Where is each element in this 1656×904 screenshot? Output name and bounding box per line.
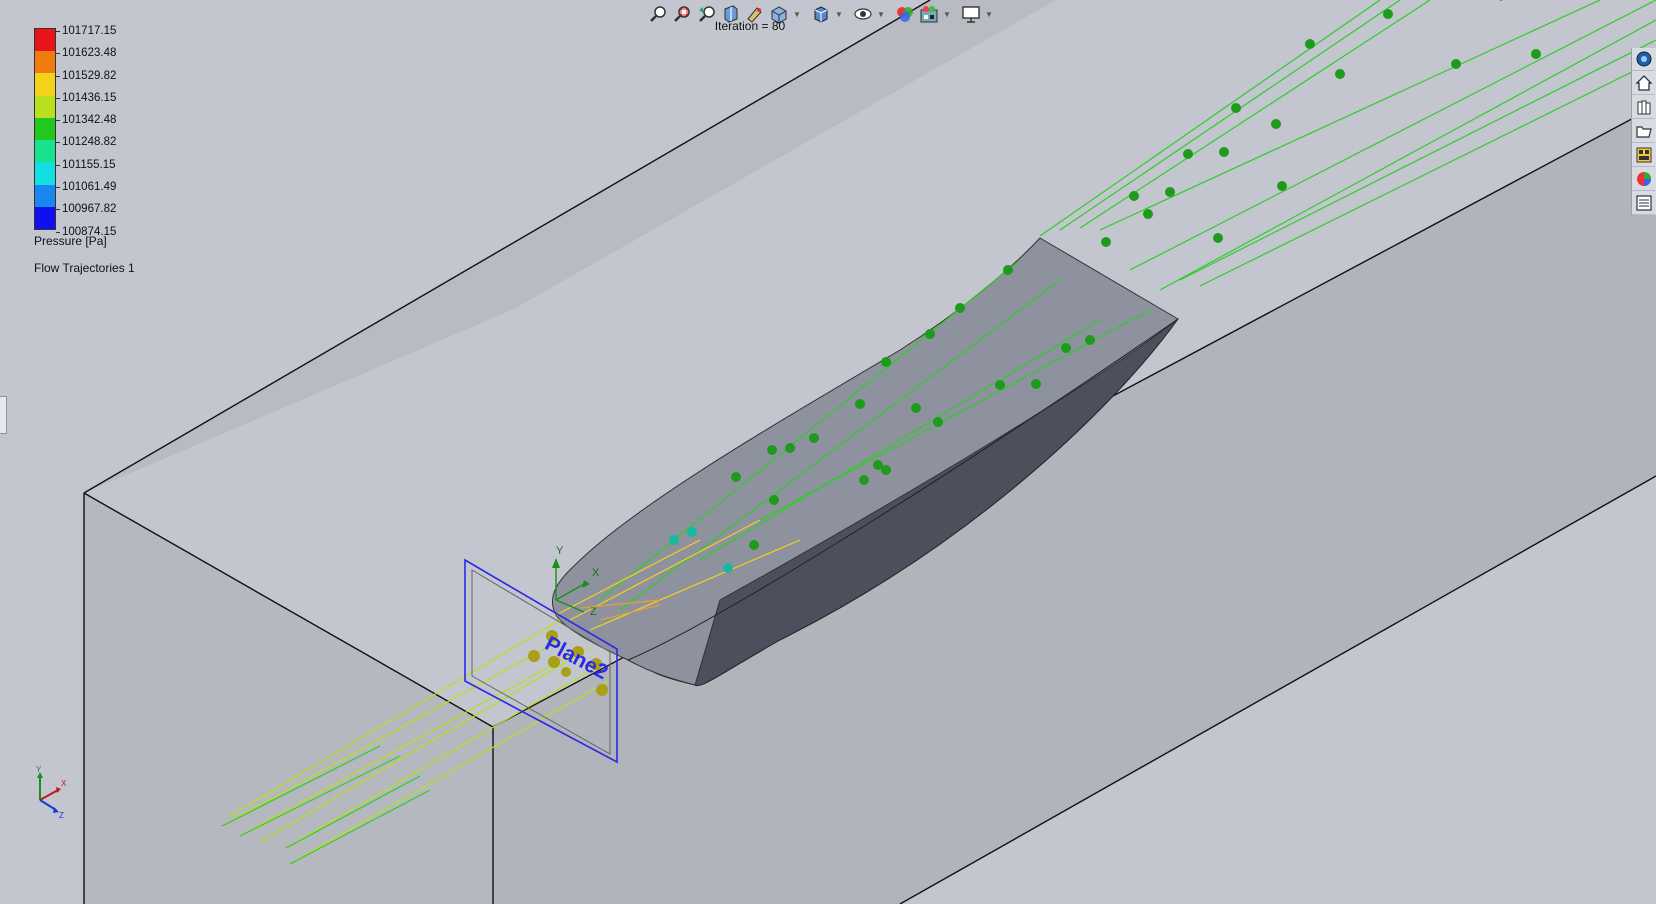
hide-show-items-icon [854,8,872,20]
zoom-to-fit-button[interactable] [648,3,670,25]
view-palette-icon [1636,147,1651,163]
apply-scene-button[interactable] [918,3,940,25]
view-settings-button[interactable] [960,3,982,25]
legend-swatch [35,117,55,141]
legend-swatch [35,206,55,229]
tab-solidworks-resources[interactable] [1632,48,1655,71]
triad-label-z: Z [59,811,64,818]
legend-value: 100967.82 [55,198,116,220]
zoom-to-fit-icon [650,6,666,22]
edit-appearance-button[interactable] [894,3,916,25]
graphics-viewport[interactable]: Y X Z Plane2 ▼ ▼ ▼ ▼ ▼ Iteration = 80 10… [0,0,1656,904]
legend-value: 101342.48 [55,109,116,131]
view-settings-dropdown[interactable]: ▼ [984,3,994,25]
tab-file-explorer[interactable] [1632,120,1655,143]
legend-subtitle: Flow Trajectories 1 [34,261,135,275]
legend-value: 101623.48 [55,42,116,64]
legend-swatch [35,29,55,52]
legend-value: 101717.15 [55,20,116,42]
iteration-label: Iteration = 80 [714,19,786,33]
design-library-icon [1637,100,1650,115]
home-icon [1634,75,1653,91]
display-style-icon [814,6,828,23]
legend-swatch [35,95,55,118]
legend-swatch [35,73,55,96]
display-style-button[interactable] [810,3,832,25]
task-pane-tabs [1631,48,1656,215]
reference-triad: Y X Z [36,766,67,818]
edit-appearance-icon [897,7,913,22]
view-settings-icon [962,6,980,23]
legend-color-bar [34,28,56,230]
legend-swatch [35,162,55,185]
tab-view-palette[interactable] [1632,144,1655,167]
origin-label-z: Z [590,606,597,618]
tab-custom-properties[interactable] [1632,192,1655,215]
apply-scene-dropdown[interactable]: ▼ [942,3,952,25]
tab-home[interactable] [1632,72,1655,95]
display-style-dropdown[interactable]: ▼ [834,3,844,25]
zoom-to-area-icon [674,6,690,22]
legend-value: 101248.82 [55,131,116,153]
appearances-icon [1636,172,1651,186]
custom-properties-icon [1635,195,1652,211]
legend-swatch [35,184,55,207]
triad-label-y: Y [36,766,42,774]
origin-label-x: X [592,567,600,579]
legend-value: 101061.49 [55,176,116,198]
solidworks-resources-icon [1636,51,1651,67]
apply-scene-icon [920,6,938,23]
feature-manager-collapse-tab[interactable] [0,396,7,434]
legend-value: 101529.82 [55,65,116,87]
domain-front-face [84,493,493,904]
hide-show-items-dropdown[interactable]: ▼ [876,3,886,25]
origin-label-y: Y [556,545,564,557]
3d-scene[interactable] [0,0,1656,904]
legend-value: 101436.15 [55,87,116,109]
hide-show-items-button[interactable] [852,3,874,25]
zoom-to-area-button[interactable] [672,3,694,25]
tab-design-library[interactable] [1632,96,1655,119]
tab-appearances[interactable] [1632,168,1655,191]
legend-swatch [35,51,55,74]
legend-value-labels: 101717.15 101623.48 101529.82 101436.15 … [55,20,116,243]
file-explorer-icon [1635,126,1652,138]
legend-title: Pressure [Pa] [34,234,107,248]
legend-swatch [35,140,55,163]
legend-value: 101155.15 [55,154,116,176]
triad-label-x: X [61,779,67,788]
